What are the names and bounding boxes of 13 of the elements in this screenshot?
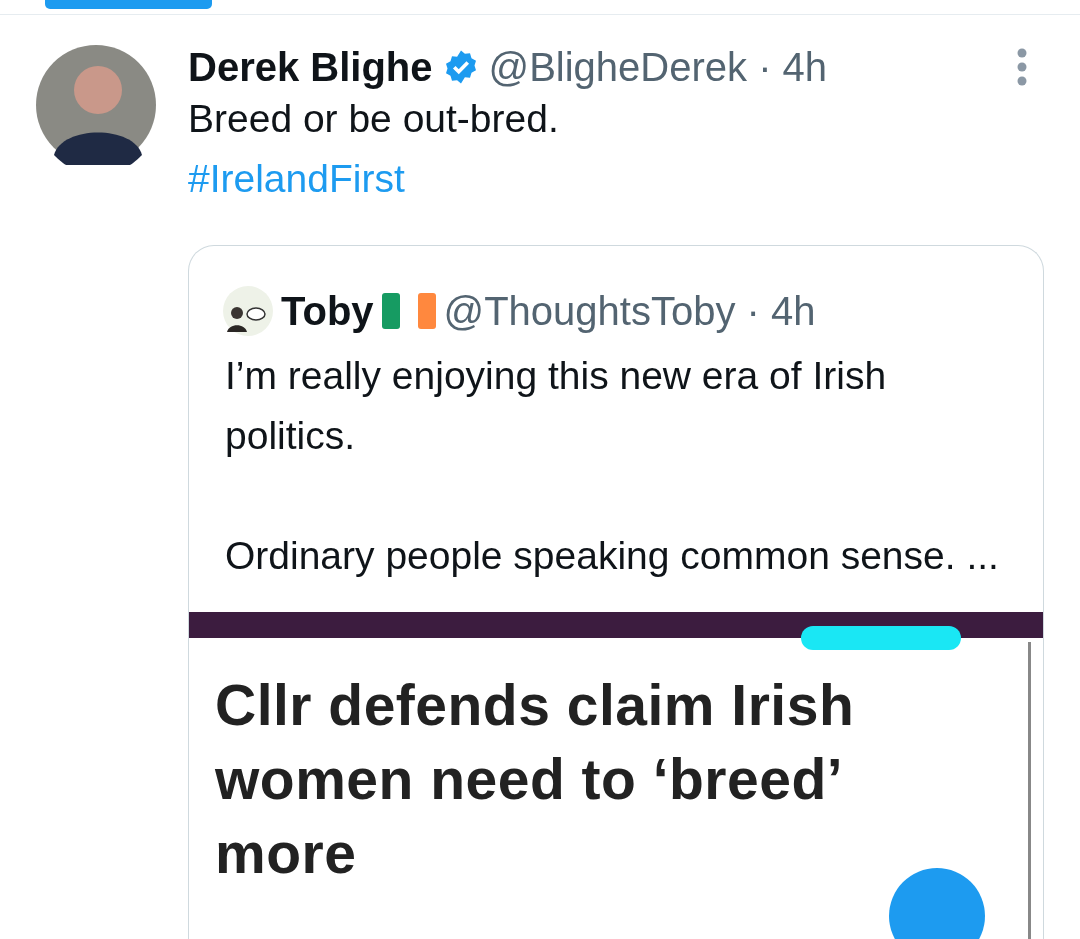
flag-icon (381, 293, 436, 329)
avatar[interactable] (223, 286, 273, 336)
author-name[interactable]: Derek Blighe (188, 45, 433, 89)
tweet-text: Breed or be out-bred. (188, 96, 560, 142)
more-icon[interactable] (1016, 47, 1028, 87)
avatar[interactable] (36, 45, 156, 165)
article-image[interactable]: Cllr defends claim Irish women need to ‘breed’ more (189, 642, 1031, 939)
article-headline: Cllr defends claim Irish women need to ‘breed’ more (214, 672, 856, 887)
author-handle[interactable]: @ThoughtsToby · 4h (443, 286, 816, 336)
quote-text: I’m really enjoying this new era of Irish politics. (225, 353, 888, 459)
author-name[interactable]: Toby (281, 286, 374, 336)
quote-text: Ordinary people speaking common sense. ... (225, 533, 1000, 579)
author-handle[interactable]: @BligheDerek · 4h (488, 45, 828, 89)
